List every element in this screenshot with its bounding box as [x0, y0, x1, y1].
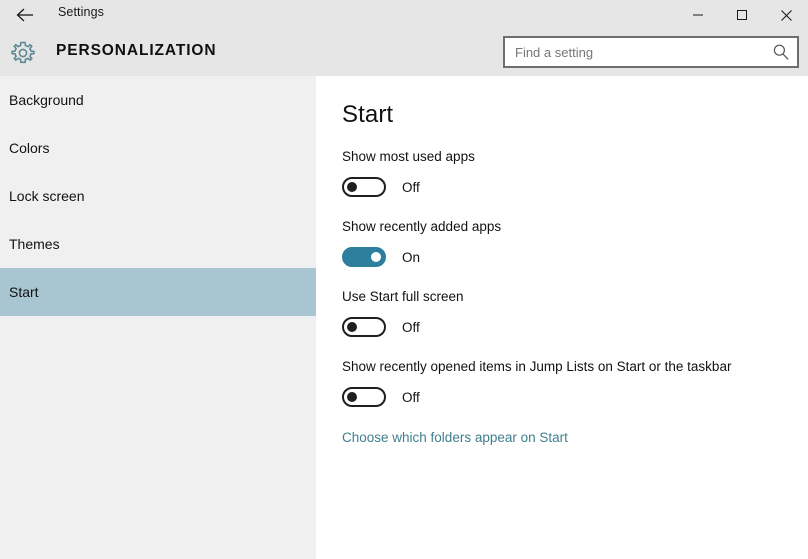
search-input[interactable]: [505, 38, 763, 66]
setting-label: Show recently added apps: [342, 219, 502, 234]
minimize-button[interactable]: [676, 0, 720, 30]
content-pane: Start Show most used apps Off Show recen…: [316, 76, 808, 559]
sidebar-item-label: Lock screen: [9, 188, 85, 204]
setting-show-most-used-apps: Show most used apps Off: [342, 148, 802, 197]
toggle-knob: [347, 322, 357, 332]
toggle-row: Off: [342, 177, 802, 197]
setting-use-start-full-screen: Use Start full screen Off: [342, 288, 802, 337]
maximize-button[interactable]: [720, 0, 764, 30]
search-icon[interactable]: [772, 43, 790, 61]
settings-window: Settings PERSONALIZATION Find a setting …: [0, 0, 808, 559]
toggle-show-recently-added-apps[interactable]: [342, 247, 386, 267]
page-category-title: PERSONALIZATION: [56, 42, 217, 59]
toggle-knob: [347, 392, 357, 402]
sidebar-item-themes[interactable]: Themes: [0, 220, 316, 268]
setting-label: Show recently opened items in Jump Lists…: [342, 359, 732, 374]
title-bar: Settings: [0, 0, 808, 30]
toggle-row: Off: [342, 387, 802, 407]
sidebar-item-label: Colors: [9, 140, 50, 156]
sidebar-item-start[interactable]: Start: [0, 268, 316, 316]
setting-label: Show most used apps: [342, 149, 475, 164]
gear-icon: [8, 38, 38, 68]
search-box[interactable]: [503, 36, 799, 68]
close-button[interactable]: [764, 0, 808, 30]
back-button[interactable]: [8, 2, 42, 28]
toggle-state-label: On: [402, 249, 421, 265]
sidebar: Background Colors Lock screen Themes Sta…: [0, 76, 316, 559]
window-title: Settings: [58, 5, 104, 19]
toggle-state-label: Off: [402, 319, 420, 335]
sidebar-item-lock-screen[interactable]: Lock screen: [0, 172, 316, 220]
choose-folders-link[interactable]: Choose which folders appear on Start: [342, 430, 568, 445]
toggle-use-start-full-screen[interactable]: [342, 317, 386, 337]
setting-label: Use Start full screen: [342, 289, 464, 304]
toggle-row: Off: [342, 317, 802, 337]
toggle-knob: [371, 252, 381, 262]
sidebar-item-label: Themes: [9, 236, 60, 252]
toggle-row: On: [342, 247, 802, 267]
toggle-show-most-used-apps[interactable]: [342, 177, 386, 197]
toggle-state-label: Off: [402, 389, 420, 405]
window-controls: [676, 0, 808, 30]
toggle-knob: [347, 182, 357, 192]
sidebar-item-label: Start: [9, 284, 39, 300]
toggle-show-recently-opened-items[interactable]: [342, 387, 386, 407]
sidebar-item-colors[interactable]: Colors: [0, 124, 316, 172]
sidebar-item-background[interactable]: Background: [0, 76, 316, 124]
setting-show-recently-opened-items: Show recently opened items in Jump Lists…: [342, 358, 802, 407]
toggle-state-label: Off: [402, 179, 420, 195]
setting-show-recently-added-apps: Show recently added apps On: [342, 218, 802, 267]
page-title: Start: [342, 101, 394, 128]
sidebar-item-label: Background: [9, 92, 84, 108]
